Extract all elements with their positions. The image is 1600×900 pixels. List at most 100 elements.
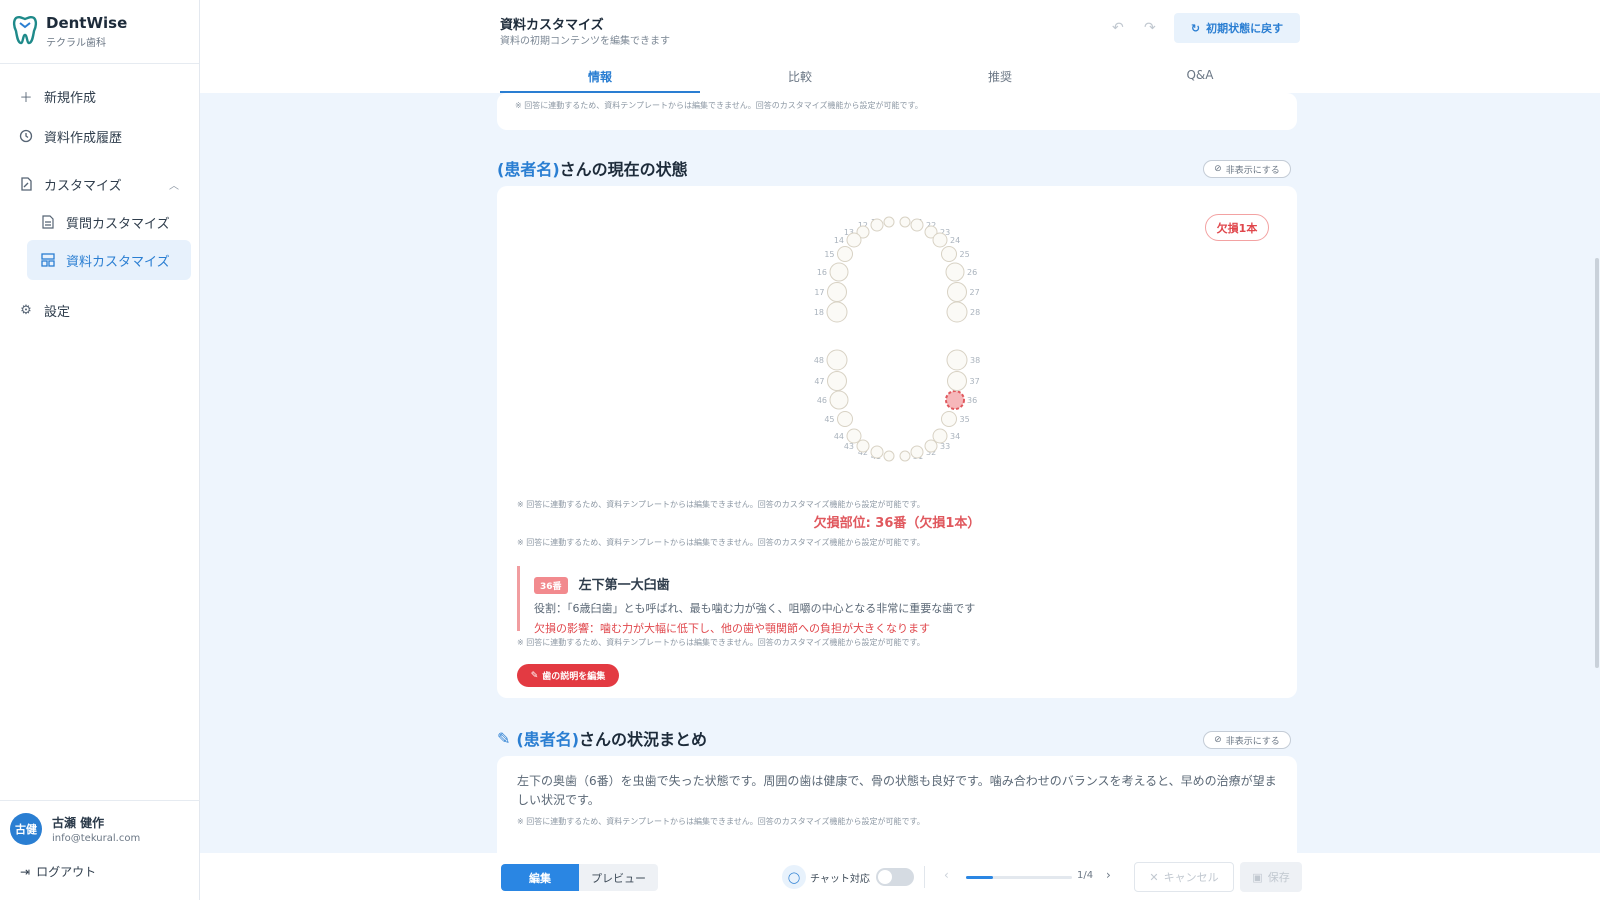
- summary-text: 左下の奥歯（6番）を虫歯で失った状態です。周囲の歯は健康で、骨の状態も良好です。…: [517, 774, 1277, 807]
- tooth-44[interactable]: 44: [834, 428, 862, 444]
- scrollbar[interactable]: [1594, 93, 1600, 853]
- hide-button[interactable]: ⊘ 非表示にする: [1203, 731, 1291, 749]
- sidebar-item-label: 資料作成履歴: [44, 130, 123, 146]
- tooth-impact: 欠損の影響：噛む力が大幅に低下し、他の歯や顎関節への負担が大きくなります: [534, 622, 930, 635]
- hide-label: 非表示にする: [1225, 736, 1280, 747]
- cancel-button[interactable]: ✕ キャンセル: [1134, 862, 1234, 892]
- sidebar-item-question-customize[interactable]: 質問カスタマイズ: [0, 204, 199, 240]
- tooth-47[interactable]: 47: [814, 371, 847, 391]
- tooth-46[interactable]: 46: [817, 390, 849, 410]
- section-title-text: さんの状況まとめ: [579, 730, 708, 749]
- tooth-26[interactable]: 26: [945, 262, 977, 282]
- tooth-number-label: 48: [814, 356, 824, 365]
- bottom-toolbar: 編集 プレビュー ◯ チャット対応 ‹ 1/4 › ✕ キャンセル ▣ 保存: [200, 853, 1600, 900]
- tooth-role: 役割：「6歳臼歯」とも呼ばれ、最も噛む力が強く、咀嚼の中心となる非常に重要な歯で…: [534, 602, 976, 615]
- tooth-37[interactable]: 37: [947, 371, 980, 391]
- edit-tooth-description-button[interactable]: ✎ 歯の説明を編集: [517, 664, 619, 687]
- tooth-number-label: 26: [967, 268, 977, 277]
- tooth-number-label: 17: [814, 288, 824, 297]
- page-subtitle: 資料の初期コンテンツを編集できます: [500, 36, 670, 47]
- chevron-up-icon[interactable]: ︿: [169, 177, 179, 192]
- page-title: 資料カスタマイズ: [500, 18, 604, 33]
- eye-off-icon: ⊘: [1214, 164, 1222, 174]
- tooth-35[interactable]: 35: [941, 411, 970, 427]
- tooth-15[interactable]: 15: [824, 246, 853, 262]
- edit-label: 歯の説明を編集: [542, 672, 606, 682]
- tooth-18[interactable]: 18: [814, 301, 848, 323]
- chevron-right-icon[interactable]: ›: [1106, 868, 1111, 882]
- tooth-number-label: 38: [970, 356, 980, 365]
- tooth-detail: 36番 左下第一大臼歯 役割：「6歳臼歯」とも呼ばれ、最も噛む力が強く、咀嚼の中…: [517, 566, 1277, 635]
- sidebar-item-history[interactable]: 資料作成履歴: [0, 116, 199, 156]
- edit-mode-button[interactable]: 編集: [501, 864, 579, 891]
- tooth-17[interactable]: 17: [814, 282, 847, 302]
- chat-label: チャット対応: [810, 874, 870, 885]
- tooth-number-label: 43: [844, 442, 854, 451]
- tooth-38[interactable]: 38: [946, 349, 980, 371]
- logout-label: ログアウト: [36, 865, 97, 879]
- tooth-28[interactable]: 28: [946, 301, 980, 323]
- tooth-number-label: 47: [814, 377, 824, 386]
- tooth-48[interactable]: 48: [814, 349, 848, 371]
- progress-fill: [966, 876, 993, 879]
- notice-text: ※ 回答に連動するため、資料テンプレートからは編集できません。回答のカスタマイズ…: [517, 638, 925, 647]
- tab-recommend[interactable]: 推奨: [900, 60, 1100, 93]
- tooth-number-label: 16: [817, 268, 827, 277]
- layout-icon: [40, 252, 56, 268]
- pencil-icon: ✎: [497, 728, 511, 748]
- toggle-knob: [878, 870, 892, 884]
- user-email: info@tekural.com: [52, 833, 141, 844]
- undo-icon[interactable]: ↶: [1112, 20, 1124, 36]
- logout-button[interactable]: ⇥ ログアウト: [0, 863, 200, 880]
- cancel-label: キャンセル: [1163, 871, 1219, 884]
- scrollbar-thumb[interactable]: [1595, 258, 1599, 668]
- tab-info[interactable]: 情報: [500, 60, 700, 93]
- eye-off-icon: ⊘: [1214, 735, 1222, 745]
- redo-icon[interactable]: ↷: [1144, 20, 1156, 36]
- tab-qa[interactable]: Q&A: [1100, 60, 1300, 93]
- patient-name-placeholder: (患者名): [497, 160, 560, 179]
- page-indicator: 1/4: [1077, 870, 1094, 881]
- teeth-chart: 1121413112224232132343331424443415254535…: [807, 214, 987, 476]
- tooth-number-label: 44: [834, 432, 844, 441]
- sidebar-item-customize[interactable]: カスタマイズ ︿: [0, 164, 199, 204]
- tooth-34[interactable]: 34: [932, 428, 960, 444]
- teeth-chart-svg: 1121413112224232132343331424443415254535…: [814, 216, 980, 462]
- tooth-logo-icon: [12, 15, 38, 49]
- save-button[interactable]: ▣ 保存: [1240, 862, 1302, 892]
- main-content[interactable]: ※ 回答に連動するため、資料テンプレートからは編集できません。回答のカスタマイズ…: [200, 93, 1600, 853]
- chevron-left-icon[interactable]: ‹: [944, 868, 949, 882]
- sidebar: DentWise テクラル歯科 ＋ 新規作成 資料作成履歴 カスタマイズ ︿ 質…: [0, 0, 200, 900]
- tooth-number-label: 33: [940, 442, 950, 451]
- tooth-name: 左下第一大臼歯: [578, 578, 670, 593]
- sidebar-item-settings[interactable]: ⚙ 設定: [0, 290, 199, 330]
- sidebar-item-label: カスタマイズ: [44, 178, 122, 194]
- section-title-summary: ✎ (患者名) さんの状況まとめ: [497, 726, 707, 750]
- tooth-25[interactable]: 25: [941, 246, 970, 262]
- hide-button[interactable]: ⊘ 非表示にする: [1203, 160, 1291, 178]
- tooth-45[interactable]: 45: [824, 411, 853, 427]
- summary-card: 左下の奥歯（6番）を虫歯で失った状態です。周囲の歯は健康で、骨の状態も良好です。…: [497, 756, 1297, 853]
- tab-bar: 情報 比較 推奨 Q&A: [500, 60, 1300, 93]
- avatar[interactable]: 古健: [10, 813, 42, 845]
- sidebar-item-new[interactable]: ＋ 新規作成: [0, 76, 199, 116]
- sidebar-item-material-customize[interactable]: 資料カスタマイズ: [27, 240, 191, 280]
- preview-mode-button[interactable]: プレビュー: [579, 864, 658, 891]
- file-edit-icon: [18, 176, 34, 192]
- document-icon: [40, 214, 56, 230]
- tooth-number-label: 36: [967, 396, 977, 405]
- tooth-number-label: 35: [960, 415, 970, 424]
- reset-icon: ↻: [1190, 21, 1201, 35]
- tab-compare[interactable]: 比較: [700, 60, 900, 93]
- tooth-number-badge: 36番: [534, 577, 568, 594]
- header: 資料カスタマイズ 資料の初期コンテンツを編集できます ↶ ↷ ↻ 初期状態に戻す…: [200, 0, 1600, 93]
- brand[interactable]: DentWise テクラル歯科: [0, 0, 199, 64]
- tooth-27[interactable]: 27: [947, 282, 980, 302]
- plus-icon: ＋: [19, 90, 33, 106]
- notice-text: ※ 回答に連動するため、資料テンプレートからは編集できません。回答のカスタマイズ…: [517, 500, 925, 509]
- tooth-36[interactable]: 36: [945, 390, 977, 410]
- chat-toggle[interactable]: [876, 868, 914, 886]
- tooth-16[interactable]: 16: [817, 262, 849, 282]
- section-title-status: (患者名) さんの現在の状態: [497, 156, 688, 180]
- reset-button[interactable]: ↻ 初期状態に戻す: [1174, 13, 1300, 43]
